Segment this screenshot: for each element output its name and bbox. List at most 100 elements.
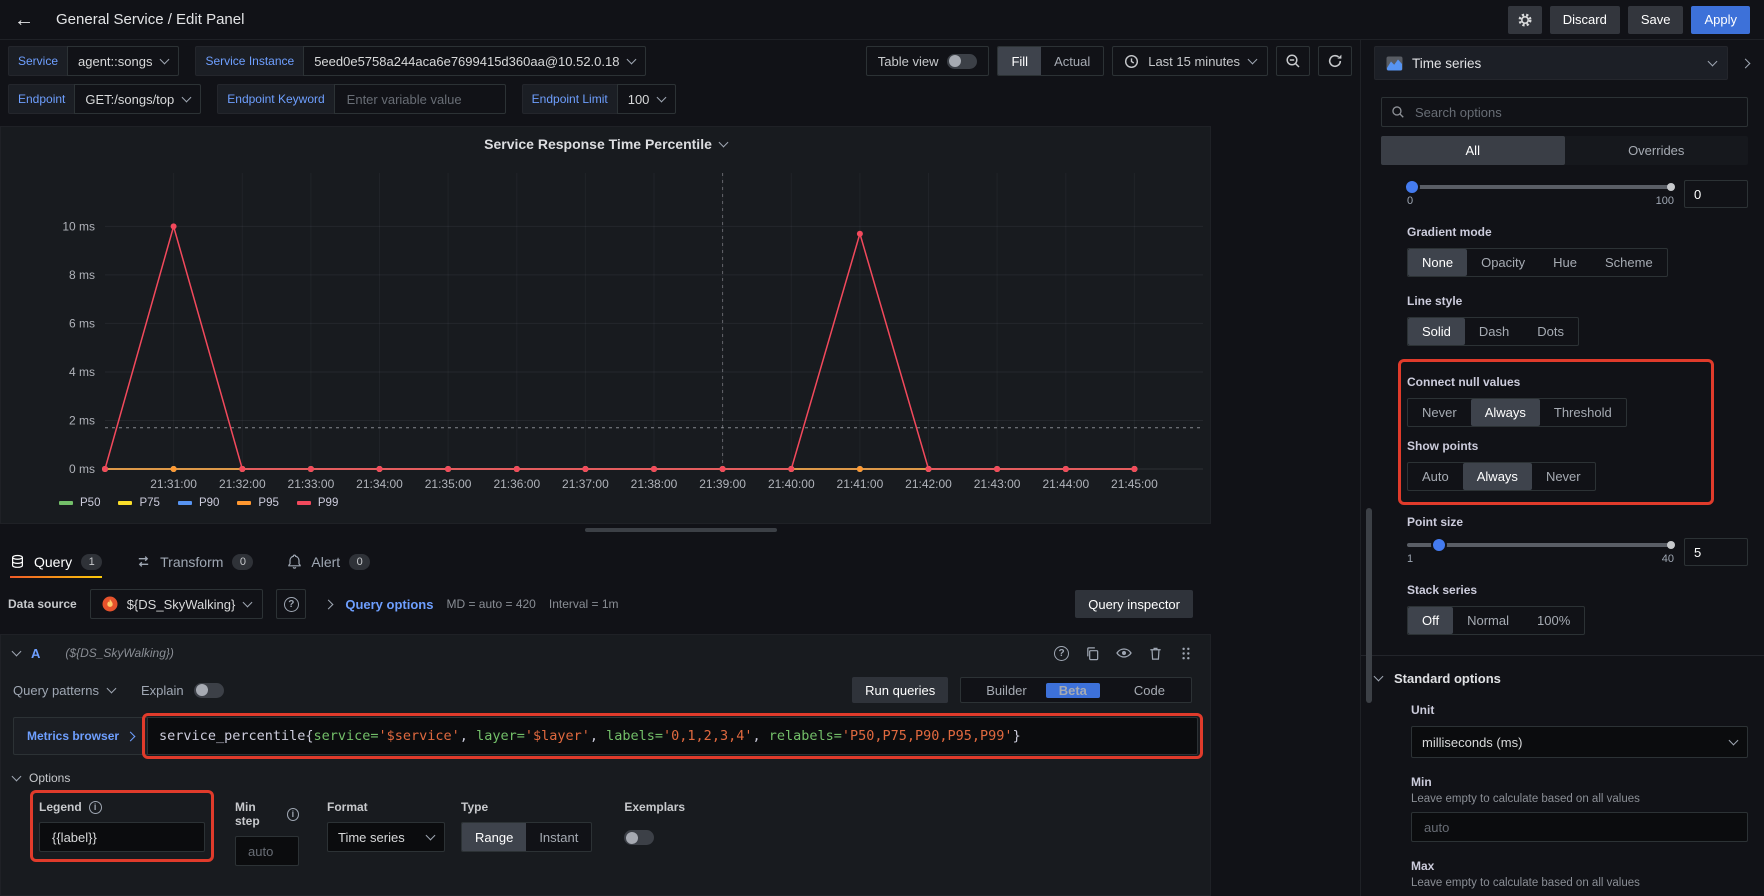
point-size-slider[interactable] (1407, 543, 1674, 547)
legend-swatch (297, 501, 311, 505)
gradient-none-option[interactable]: None (1408, 249, 1467, 276)
show-points-group: Auto Always Never (1407, 462, 1596, 491)
drag-handle-icon[interactable] (1179, 646, 1192, 661)
builder-option[interactable]: BuilderBeta (961, 678, 1108, 702)
min-input[interactable] (1422, 819, 1737, 836)
time-series-chart[interactable]: 0 ms2 ms4 ms6 ms8 ms10 ms21:31:0021:32:0… (1, 127, 1210, 493)
options-header[interactable]: Options (13, 771, 1210, 785)
slider-min-label: 1 (1407, 553, 1413, 565)
range-option[interactable]: Range (462, 823, 526, 851)
standard-options-header[interactable]: Standard options (1375, 671, 1764, 686)
collapse-chevron-icon (12, 771, 22, 781)
legend-item-P90[interactable]: P90 (178, 497, 219, 509)
points-always-option[interactable]: Always (1463, 463, 1532, 490)
trash-icon[interactable] (1148, 646, 1163, 661)
legend-item-P75[interactable]: P75 (118, 497, 159, 509)
query-row-header[interactable]: A (${DS_SkyWalking}) ? (1, 635, 1210, 671)
line-dash-option[interactable]: Dash (1465, 318, 1523, 345)
help-icon[interactable]: ? (1054, 646, 1069, 661)
time-range-picker[interactable]: Last 15 minutes (1112, 46, 1268, 76)
sidebar-collapse-button[interactable] (1732, 60, 1758, 67)
endpoint-keyword-input[interactable] (345, 91, 495, 108)
refresh-button[interactable] (1318, 46, 1352, 76)
line-solid-option[interactable]: Solid (1408, 318, 1465, 345)
instant-option[interactable]: Instant (526, 823, 591, 851)
exemplars-toggle[interactable] (624, 830, 654, 845)
format-select[interactable]: Time series (327, 822, 445, 852)
point-size-value[interactable]: 5 (1684, 538, 1748, 566)
panel-options-sidebar: Time series All Overrides (1360, 40, 1764, 896)
connect-always-option[interactable]: Always (1471, 399, 1540, 426)
query-inspector-button[interactable]: Query inspector (1075, 590, 1193, 618)
panel-type-picker[interactable]: Time series (1374, 46, 1728, 80)
line-dots-option[interactable]: Dots (1523, 318, 1578, 345)
legend-label: P90 (199, 497, 219, 509)
data-point (1131, 466, 1137, 472)
variable-endpoint-value[interactable]: GET:/songs/top (74, 84, 201, 114)
sidebar-scrollbar[interactable] (1366, 508, 1372, 703)
stack-off-option[interactable]: Off (1408, 607, 1453, 634)
help-icon: ? (284, 597, 299, 612)
gradient-hue-option[interactable]: Hue (1539, 249, 1591, 276)
datasource-picker[interactable]: ${DS_SkyWalking} (90, 589, 264, 619)
tab-transform[interactable]: Transform 0 (136, 545, 253, 578)
apply-button[interactable]: Apply (1691, 6, 1750, 34)
eye-icon[interactable] (1116, 645, 1132, 661)
connect-never-option[interactable]: Never (1408, 399, 1471, 426)
variable-service-value[interactable]: agent::songs (67, 46, 179, 76)
variable-endpoint-keyword: Endpoint Keyword (217, 84, 505, 114)
legend-item-P99[interactable]: P99 (297, 497, 338, 509)
tab-transform-count: 0 (232, 554, 253, 570)
zoom-out-button[interactable] (1276, 46, 1310, 76)
points-never-option[interactable]: Never (1532, 463, 1595, 490)
variable-endpoint-limit-value[interactable]: 100 (617, 84, 677, 114)
code-option[interactable]: Code (1108, 678, 1191, 702)
tab-overrides[interactable]: Overrides (1565, 136, 1749, 165)
metrics-browser-button[interactable]: Metrics browser (13, 717, 147, 755)
expr-token: '$service' (379, 728, 460, 744)
variable-service-instance-value[interactable]: 5eed0e5758a244aca6e7699415d360aa@10.52.0… (303, 46, 646, 76)
legend-input[interactable] (50, 829, 194, 846)
unit-select[interactable]: milliseconds (ms) (1411, 726, 1748, 758)
duplicate-icon[interactable] (1085, 646, 1100, 661)
stack-normal-option[interactable]: Normal (1453, 607, 1523, 634)
y-tick-label: 4 ms (69, 365, 95, 379)
point-size-handle[interactable] (1431, 537, 1447, 553)
back-arrow-icon[interactable]: ← (14, 10, 34, 30)
fill-opacity-value[interactable]: 0 (1684, 180, 1748, 208)
legend-item-P95[interactable]: P95 (237, 497, 278, 509)
discard-button[interactable]: Discard (1550, 6, 1620, 34)
fill-opacity-slider[interactable] (1407, 185, 1674, 189)
all-overrides-tabs: All Overrides (1381, 136, 1748, 165)
fill-option[interactable]: Fill (998, 47, 1041, 75)
chevron-down-icon (426, 830, 436, 840)
query-expression-input[interactable]: service_percentile{service='$service', l… (147, 717, 1198, 755)
run-queries-button[interactable]: Run queries (852, 677, 948, 703)
datasource-help-button[interactable]: ? (276, 589, 306, 619)
tab-all[interactable]: All (1381, 136, 1565, 165)
tab-query[interactable]: Query 1 (10, 545, 102, 578)
query-options-link[interactable]: Query options (345, 597, 433, 612)
save-button[interactable]: Save (1628, 6, 1684, 34)
expr-token: } (1013, 728, 1021, 744)
data-point (857, 231, 863, 237)
tab-alert[interactable]: Alert 0 (287, 545, 370, 578)
explain-toggle[interactable] (194, 683, 224, 698)
graph-style-options: 0 100 0 Gradient mode None Opacity Hue S… (1361, 180, 1764, 635)
table-view-toggle[interactable] (947, 54, 977, 69)
gradient-scheme-option[interactable]: Scheme (1591, 249, 1667, 276)
settings-button[interactable] (1508, 6, 1542, 34)
fill-opacity-handle[interactable] (1404, 179, 1420, 195)
legend-item-P50[interactable]: P50 (59, 497, 100, 509)
y-tick-label: 6 ms (69, 316, 95, 330)
search-options-input[interactable] (1413, 104, 1738, 121)
horizontal-scrollbar[interactable] (585, 528, 777, 532)
min-step-input[interactable] (246, 843, 288, 860)
connect-threshold-option[interactable]: Threshold (1540, 399, 1626, 426)
y-tick-label: 10 ms (62, 219, 95, 233)
query-patterns-dropdown[interactable]: Query patterns (13, 683, 115, 698)
gradient-opacity-option[interactable]: Opacity (1467, 249, 1539, 276)
stack-100-option[interactable]: 100% (1523, 607, 1584, 634)
actual-option[interactable]: Actual (1041, 47, 1103, 75)
points-auto-option[interactable]: Auto (1408, 463, 1463, 490)
